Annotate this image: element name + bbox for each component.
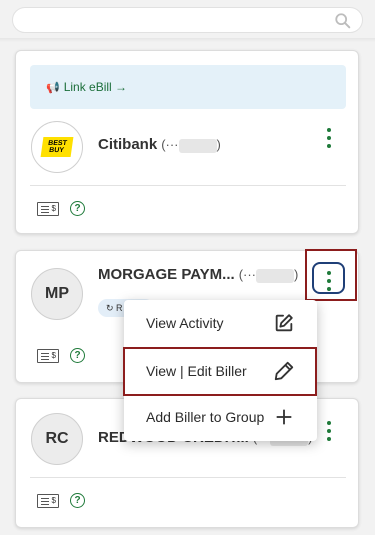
card-divider bbox=[30, 185, 346, 186]
menu-item-add-biller-to-group[interactable]: Add Biller to Group bbox=[124, 394, 317, 440]
edit-biller-highlight-annotation bbox=[123, 347, 317, 396]
bestbuy-logo: BEST BUY bbox=[40, 137, 74, 157]
dot-icon bbox=[327, 128, 331, 132]
bill-icon[interactable]: $ bbox=[37, 349, 59, 363]
kebab-focus-ring bbox=[312, 262, 345, 294]
biller-name[interactable]: Citibank (···) bbox=[98, 136, 221, 153]
help-icon[interactable]: ? bbox=[70, 201, 85, 216]
more-options-button[interactable] bbox=[326, 421, 332, 441]
account-number: (···) bbox=[238, 267, 299, 283]
avatar: RC bbox=[31, 413, 83, 465]
avatar-bestbuy-logo: BEST BUY bbox=[31, 121, 83, 173]
bill-icon[interactable]: $ bbox=[37, 202, 59, 216]
dot-icon bbox=[327, 421, 331, 425]
header-shadow bbox=[0, 38, 375, 42]
megaphone-icon: 📢 bbox=[46, 81, 60, 94]
search-bar[interactable] bbox=[12, 7, 363, 33]
card-divider bbox=[30, 477, 346, 478]
avatar: MP bbox=[31, 268, 83, 320]
link-ebill-link[interactable]: 📢 Link eBill → bbox=[46, 80, 127, 94]
help-icon[interactable]: ? bbox=[70, 493, 85, 508]
search-icon[interactable] bbox=[334, 12, 352, 30]
menu-item-label: Add Biller to Group bbox=[146, 409, 265, 425]
dot-icon bbox=[327, 136, 331, 140]
menu-item-label: View Activity bbox=[146, 315, 224, 331]
account-number: (···) bbox=[161, 137, 221, 153]
link-ebill-label: Link eBill → bbox=[63, 80, 128, 94]
dot-icon bbox=[327, 144, 331, 148]
more-options-button[interactable] bbox=[326, 128, 332, 148]
ebill-banner: 📢 Link eBill → bbox=[30, 65, 346, 109]
dot-icon bbox=[327, 429, 331, 433]
menu-item-view-activity[interactable]: View Activity bbox=[124, 300, 317, 346]
edit-square-icon bbox=[275, 314, 293, 332]
dot-icon bbox=[327, 437, 331, 441]
masked-account bbox=[256, 268, 295, 283]
masked-account bbox=[178, 138, 217, 153]
biller-card-citibank: 📢 Link eBill → BEST BUY Citibank (···) $ … bbox=[15, 50, 359, 234]
biller-name[interactable]: MORGAGE PAYM... (···) bbox=[98, 266, 298, 283]
plus-icon bbox=[276, 409, 292, 425]
help-icon[interactable]: ? bbox=[70, 348, 85, 363]
bill-icon[interactable]: $ bbox=[37, 494, 59, 508]
